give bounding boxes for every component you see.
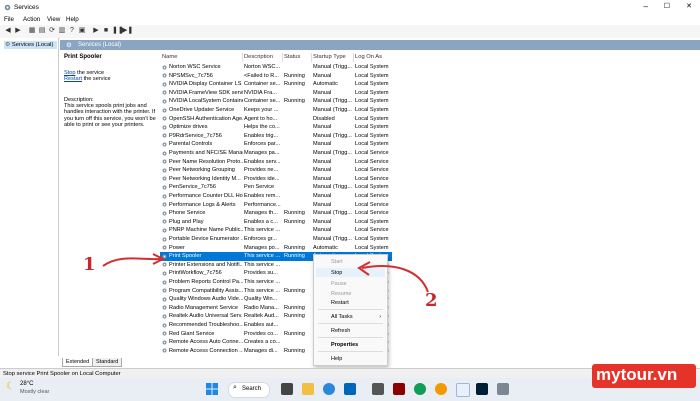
weather-moon-icon[interactable]: ☾: [6, 381, 15, 392]
weather-temperature[interactable]: 28°C: [20, 381, 33, 387]
mytour-logo: mytour.vn: [592, 364, 696, 388]
search-label: Search: [242, 386, 262, 392]
app-icon[interactable]: [372, 383, 384, 395]
taskbar-search-box[interactable]: ⌕ Search: [228, 382, 270, 398]
photoshop-icon[interactable]: [476, 383, 488, 395]
tab-standard[interactable]: Standard: [92, 358, 123, 367]
file-explorer-icon[interactable]: [302, 383, 314, 395]
annotation-arrow-1: [102, 257, 161, 267]
app-icon[interactable]: [435, 383, 447, 395]
annotation-arrow-2: [361, 265, 429, 293]
app-icon[interactable]: [393, 383, 405, 395]
annotation-arrows: [102, 253, 429, 293]
logo-text: mytour.vn: [596, 365, 678, 384]
app-icon[interactable]: [414, 383, 426, 395]
search-icon: ⌕: [233, 384, 237, 391]
browser-icon[interactable]: [323, 383, 335, 395]
app-icon[interactable]: [456, 383, 470, 397]
status-text: Stop service Print Spooler on Local Comp…: [3, 371, 121, 377]
annotation-number-2: 2: [425, 290, 438, 311]
view-tabs: Extended Standard: [62, 358, 182, 367]
annotation-number-1: 1: [83, 254, 96, 275]
tab-extended[interactable]: Extended: [62, 358, 94, 367]
task-view-icon[interactable]: [281, 383, 293, 395]
windows-start-icon[interactable]: [206, 383, 218, 395]
services-taskbar-icon[interactable]: [497, 383, 509, 395]
weather-condition[interactable]: Mostly clear: [20, 389, 49, 395]
microsoft-store-icon[interactable]: [344, 383, 356, 395]
